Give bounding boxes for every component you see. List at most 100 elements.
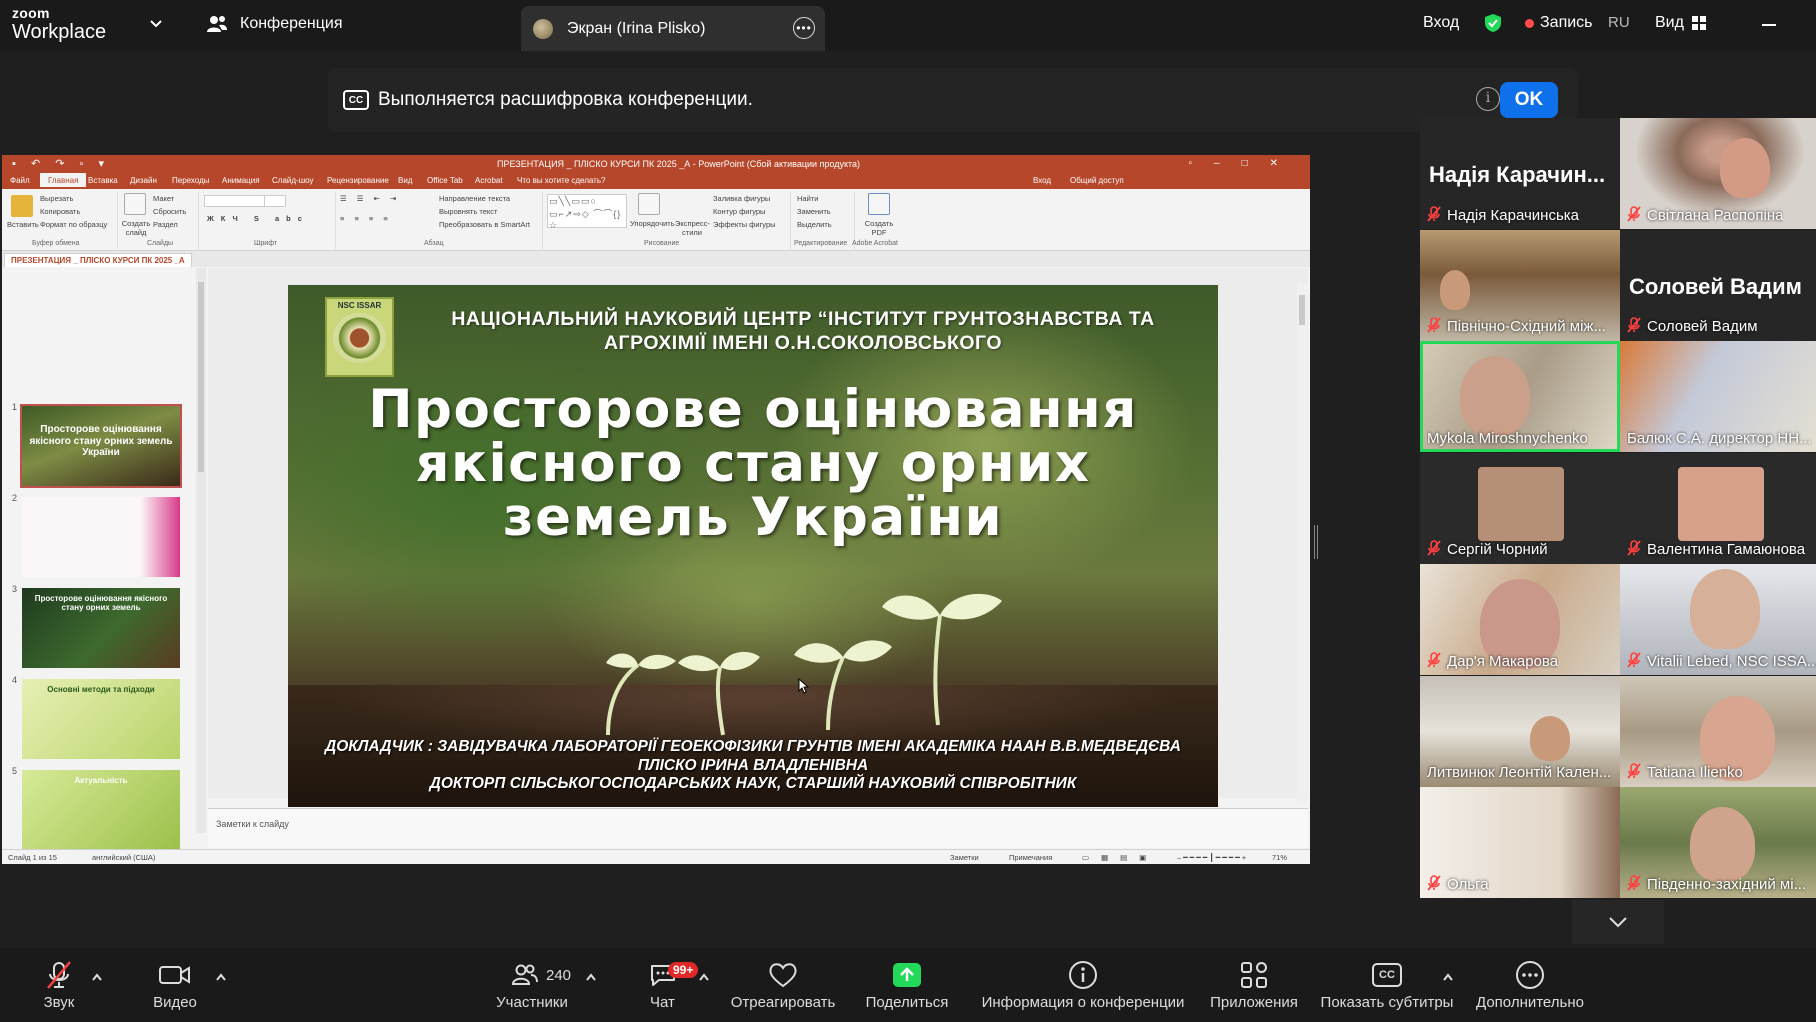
select-button[interactable]: Выделить [797, 220, 832, 229]
chevron-down-icon[interactable] [147, 14, 165, 32]
section-button[interactable]: Раздел [153, 220, 178, 229]
participant-tile[interactable]: Світлана Распопіна [1620, 118, 1816, 229]
document-tab[interactable]: ПРЕЗЕНТАЦИЯ _ ПЛІСКО КУРСИ ПК 2025 _А [4, 253, 192, 267]
signin-button[interactable]: Вход [1423, 14, 1459, 32]
paste-button[interactable]: Вставить [7, 220, 39, 229]
shape-effects-button[interactable]: Эффекты фигуры [713, 220, 776, 229]
tell-me-box[interactable]: Что вы хотите сделать? [517, 176, 605, 185]
participant-tile[interactable]: Південно-західний мі... [1620, 787, 1816, 898]
video-button[interactable]: Видео [150, 958, 200, 1011]
tab-transitions[interactable]: Переходы [172, 176, 210, 185]
participant-tile[interactable]: Балюк С.А. директор НН... [1620, 341, 1816, 452]
text-direction-button[interactable]: Направление текста [439, 194, 510, 203]
participant-tile[interactable]: Tatiana Ilienko [1620, 675, 1816, 787]
tab-slideshow[interactable]: Слайд-шоу [272, 176, 313, 185]
thumbnails-scrollbar[interactable] [196, 268, 206, 833]
panel-splitter-handle[interactable] [1314, 525, 1318, 559]
participant-tile[interactable]: Ольга [1420, 787, 1620, 898]
chevron-up-icon[interactable] [1442, 972, 1454, 982]
slide-thumbnail[interactable]: Просторове оцінювання якісного стану орн… [22, 588, 180, 668]
align-buttons[interactable]: ≡ ≡ ≡ ≡ [340, 214, 392, 223]
cut-button[interactable]: Вырезать [40, 194, 73, 203]
gallery-scroll-down[interactable] [1572, 900, 1664, 944]
tab-screen-share[interactable]: Экран (Irina Plisko) ••• [521, 6, 825, 51]
layout-button[interactable]: Макет [153, 194, 174, 203]
smartart-button[interactable]: Преобразовать в SmartArt [439, 220, 530, 229]
participant-tile[interactable]: Дар'я Макарова [1420, 564, 1620, 675]
tab-acrobat[interactable]: Acrobat [475, 176, 503, 185]
scrollbar-thumb[interactable] [198, 282, 204, 472]
comments-toggle[interactable]: Примечания [1009, 853, 1052, 862]
align-text-button[interactable]: Выровнять текст [439, 207, 497, 216]
paste-icon[interactable] [11, 195, 33, 217]
slide-thumbnail[interactable]: Просторове оцінювання якісного стану орн… [20, 404, 182, 488]
participant-tile[interactable]: Північно-Східний між... [1420, 229, 1620, 341]
slide-thumbnail[interactable]: Актуальність [22, 770, 180, 850]
reset-button[interactable]: Сбросить [153, 207, 186, 216]
participant-tile[interactable]: Mykola Miroshnychenko [1420, 341, 1620, 452]
participant-tile[interactable]: Валентина Гамаюнова [1620, 452, 1816, 564]
meeting-info-button[interactable]: Информация о конференции [978, 958, 1188, 1011]
shield-check-icon[interactable] [1484, 13, 1502, 33]
tab-file[interactable]: Файл [10, 176, 30, 185]
format-painter-button[interactable]: Формат по образцу [40, 220, 107, 229]
ppt-signin[interactable]: Вход [1033, 176, 1051, 185]
participant-tile[interactable]: Соловей Вадим Соловей Вадим [1620, 229, 1816, 341]
find-button[interactable]: Найти [797, 194, 818, 203]
more-options-icon[interactable]: ••• [793, 17, 815, 39]
new-slide-button[interactable]: Создать слайд [120, 219, 152, 237]
tab-office-tab[interactable]: Office Tab [427, 176, 463, 185]
shapes-gallery[interactable]: ▭╲╲▭▭○ ▭⌐↗⇨◇ ⌒⌒{}☆ [547, 194, 627, 230]
participant-tile[interactable]: Vitalii Lebed, NSC ISSA... [1620, 564, 1816, 675]
participants-button[interactable]: 240 Участники [482, 958, 582, 1011]
list-buttons[interactable]: ☰ ☰ ⇤ ⇥ [340, 194, 400, 203]
chevron-up-icon[interactable] [585, 972, 597, 982]
tab-insert[interactable]: Вставка [88, 176, 118, 185]
arrange-icon[interactable] [638, 193, 660, 215]
participant-tile[interactable]: Сергій Чорний [1420, 452, 1620, 564]
audio-button[interactable]: Звук [38, 958, 80, 1011]
zoom-level[interactable]: 71% [1272, 853, 1287, 862]
ppt-share[interactable]: Общий доступ [1070, 176, 1124, 185]
notes-toggle[interactable]: Заметки [950, 853, 979, 862]
status-language[interactable]: английский (США) [92, 853, 155, 862]
captions-button[interactable]: CC Показать субтитры [1318, 958, 1456, 1011]
slide-scrollbar[interactable] [1297, 283, 1307, 803]
new-slide-icon[interactable] [124, 193, 146, 215]
tab-animation[interactable]: Анимация [222, 176, 260, 185]
share-button[interactable]: Поделиться [862, 958, 952, 1011]
ok-button[interactable]: OK [1500, 82, 1558, 118]
chevron-up-icon[interactable] [215, 972, 227, 982]
tab-home[interactable]: Главная [40, 173, 87, 187]
notes-pane[interactable]: Заметки к слайду [208, 808, 1308, 848]
scrollbar-thumb[interactable] [1299, 295, 1305, 325]
shape-fill-button[interactable]: Заливка фигуры [713, 194, 770, 203]
copy-button[interactable]: Копировать [40, 207, 80, 216]
replace-button[interactable]: Заменить [797, 207, 831, 216]
window-controls[interactable]: ▫–□✕ [1188, 158, 1300, 169]
slide-thumbnail[interactable] [22, 497, 180, 577]
view-mode-buttons[interactable]: ▭▦▤▣ [1082, 853, 1158, 862]
font-format-buttons[interactable]: ЖКЧ S abc [207, 214, 309, 223]
tab-view[interactable]: Вид [398, 176, 412, 185]
participant-tile[interactable]: Литвинюк Леонтій Кален... [1420, 675, 1620, 787]
chevron-up-icon[interactable] [698, 972, 710, 982]
react-button[interactable]: Отреагировать [728, 958, 838, 1011]
quick-styles-button[interactable]: Экспресс-стили [675, 219, 710, 237]
chevron-up-icon[interactable] [91, 972, 103, 982]
zoom-slider[interactable]: –━━━━┃━━━━+ [1177, 853, 1248, 862]
slide-thumbnail[interactable]: Основні методи та підходи [22, 679, 180, 759]
minimize-icon[interactable] [1762, 24, 1776, 26]
tab-design[interactable]: Дизайн [130, 176, 157, 185]
shape-outline-button[interactable]: Контур фигуры [713, 207, 765, 216]
tab-conference[interactable]: Конференция [206, 14, 343, 34]
zoom-workplace-logo[interactable]: zoom Workplace [12, 6, 106, 42]
tab-review[interactable]: Рецензирование [327, 176, 389, 185]
info-icon[interactable]: i [1476, 87, 1500, 111]
font-size-box[interactable] [264, 195, 286, 207]
participant-tile[interactable]: Надія Карачин... Надія Карачинська [1420, 118, 1620, 229]
more-button[interactable]: Дополнительно [1470, 958, 1590, 1011]
create-pdf-icon[interactable] [868, 193, 890, 215]
language-button[interactable]: RU [1608, 14, 1630, 31]
apps-button[interactable]: Приложения [1206, 958, 1302, 1011]
